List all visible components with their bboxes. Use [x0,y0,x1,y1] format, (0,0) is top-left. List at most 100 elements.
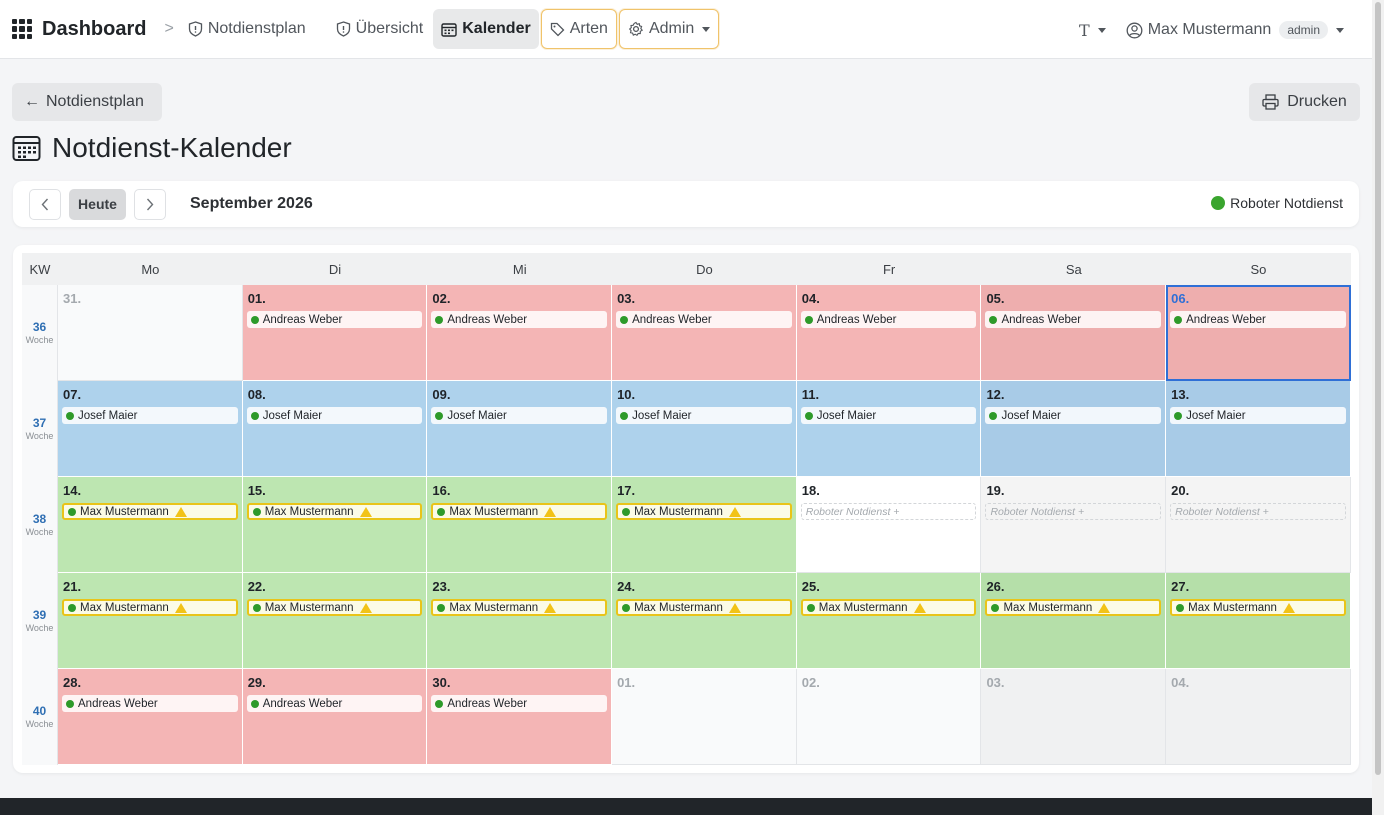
print-button[interactable]: Drucken [1249,83,1360,121]
duty-person-name: Max Mustermann [80,601,169,614]
today-button[interactable]: Heute [69,188,126,220]
next-month-button[interactable] [134,188,166,220]
calendar-header-row: KW Mo Di Mi Do Fr Sa So [22,253,1351,285]
add-duty-slot[interactable]: Roboter Notdienst + [800,503,977,520]
duty-entry[interactable]: Max Mustermann [616,599,792,616]
day-cell[interactable]: 26. Max Mustermann [981,573,1167,669]
day-cell[interactable]: 03. Andreas Weber [612,285,797,381]
day-cell[interactable]: 14. Max Mustermann [58,477,243,573]
page-scrollbar[interactable] [1372,0,1384,815]
day-cell[interactable]: 16. Max Mustermann [427,477,613,573]
day-cell[interactable]: 20. Roboter Notdienst + [1166,477,1351,573]
duty-entry[interactable]: Josef Maier [800,407,977,424]
week-row: 40 Woche 28. Andreas Weber 29. Andreas Weber 3… [22,669,1351,765]
scrollbar-thumb[interactable] [1375,2,1381,775]
font-toggle-dropdown[interactable]: T [1079,21,1106,40]
add-duty-slot[interactable]: Roboter Notdienst + [1170,503,1346,520]
calendar-toolbar: Heute September 2026 Roboter Notdienst [13,181,1359,227]
user-name: Max Mustermann [1147,21,1272,38]
duty-entry[interactable]: Max Mustermann [800,599,977,616]
day-cell[interactable]: 01. [612,669,797,765]
day-number: 11. [801,387,820,402]
day-cell[interactable]: 15. Max Mustermann [242,477,428,573]
duty-entry[interactable]: Max Mustermann [431,599,608,616]
warning-icon [728,506,741,517]
duty-entry[interactable]: Max Mustermann [431,503,608,520]
day-cell[interactable]: 22. Max Mustermann [242,573,428,669]
duty-entry[interactable]: Andreas Weber [62,695,238,712]
brand[interactable]: Dashboard [12,9,146,49]
duty-entry[interactable]: Josef Maier [616,407,792,424]
warning-icon [174,602,187,613]
status-dot [435,315,444,324]
duty-person-name: Josef Maier [262,409,323,422]
duty-entry[interactable]: Max Mustermann [246,599,423,616]
duty-entry[interactable]: Josef Maier [62,407,238,424]
day-cell[interactable]: 07. Josef Maier [58,381,243,477]
day-cell[interactable]: 24. Max Mustermann [612,573,797,669]
duty-entry[interactable]: Josef Maier [246,407,423,424]
day-cell[interactable]: 02. [796,669,982,765]
nav-link-uebersicht[interactable]: Übersicht [328,9,432,49]
day-cell[interactable]: 25. Max Mustermann [796,573,982,669]
duty-entry[interactable]: Max Mustermann [616,503,792,520]
back-button[interactable]: ← Notdienstplan [12,83,162,121]
day-cell[interactable]: 09. Josef Maier [427,381,613,477]
duty-entry[interactable]: Andreas Weber [1170,311,1346,328]
day-cell[interactable]: 21. Max Mustermann [58,573,243,669]
nav-link-kalender[interactable]: Kalender [433,9,539,49]
legend-dot [1211,196,1226,210]
day-cell[interactable]: 18. Roboter Notdienst + [796,477,982,573]
day-cell[interactable]: 02. Andreas Weber [427,285,613,381]
day-cell[interactable]: 10. Josef Maier [612,381,797,477]
duty-entry[interactable]: Andreas Weber [431,695,608,712]
day-cell[interactable]: 05. Andreas Weber [981,285,1167,381]
duty-entry[interactable]: Josef Maier [431,407,608,424]
prev-month-button[interactable] [29,188,61,220]
shield-icon [188,21,202,37]
day-cell[interactable]: 01. Andreas Weber [242,285,428,381]
day-cell[interactable]: 11. Josef Maier [796,381,982,477]
day-cell[interactable]: 23. Max Mustermann [427,573,613,669]
calendar-icon [441,22,457,37]
user-menu-dropdown[interactable]: Max Mustermann admin [1126,21,1344,39]
duty-entry[interactable]: Max Mustermann [985,599,1162,616]
status-dot [435,699,444,708]
duty-entry[interactable]: Andreas Weber [800,311,977,328]
duty-entry[interactable]: Andreas Weber [246,695,423,712]
duty-entry[interactable]: Max Mustermann [246,503,423,520]
duty-entry[interactable]: Max Mustermann [62,599,238,616]
nav-link-arten[interactable]: Arten [540,9,617,49]
duty-entry[interactable]: Andreas Weber [616,311,792,328]
duty-entry[interactable]: Andreas Weber [985,311,1162,328]
day-cell[interactable]: 04. [1166,669,1351,765]
day-cell[interactable]: 27. Max Mustermann [1166,573,1351,669]
add-duty-slot[interactable]: Roboter Notdienst + [985,503,1162,520]
day-cell[interactable]: 28. Andreas Weber [58,669,243,765]
day-cell[interactable]: 31. [58,285,243,381]
day-cell[interactable]: 04. Andreas Weber [796,285,982,381]
print-button-label: Drucken [1287,93,1347,110]
duty-entry[interactable]: Josef Maier [985,407,1162,424]
day-cell[interactable]: 30. Andreas Weber [427,669,613,765]
nav-link-notdienstplan[interactable]: Notdienstplan [180,9,314,49]
day-cell[interactable]: 08. Josef Maier [242,381,428,477]
day-cell[interactable]: 29. Andreas Weber [242,669,428,765]
week-label: Woche [25,431,54,441]
day-cell-today[interactable]: 06. Andreas Weber [1166,285,1351,381]
day-number: 19. [986,483,1005,498]
duty-person-name: Josef Maier [632,409,692,422]
duty-entry[interactable]: Max Mustermann [62,503,238,520]
nav-link-admin-dropdown[interactable]: Admin [618,9,720,49]
tag-icon [550,22,565,36]
day-cell[interactable]: 03. [981,669,1167,765]
day-cell[interactable]: 12. Josef Maier [981,381,1167,477]
duty-entry[interactable]: Andreas Weber [246,311,423,328]
day-cell[interactable]: 17. Max Mustermann [612,477,797,573]
duty-entry[interactable]: Josef Maier [1170,407,1346,424]
status-dot [250,315,259,324]
day-cell[interactable]: 19. Roboter Notdienst + [981,477,1167,573]
duty-entry[interactable]: Max Mustermann [1170,599,1346,616]
duty-entry[interactable]: Andreas Weber [431,311,608,328]
day-cell[interactable]: 13. Josef Maier [1166,381,1351,477]
